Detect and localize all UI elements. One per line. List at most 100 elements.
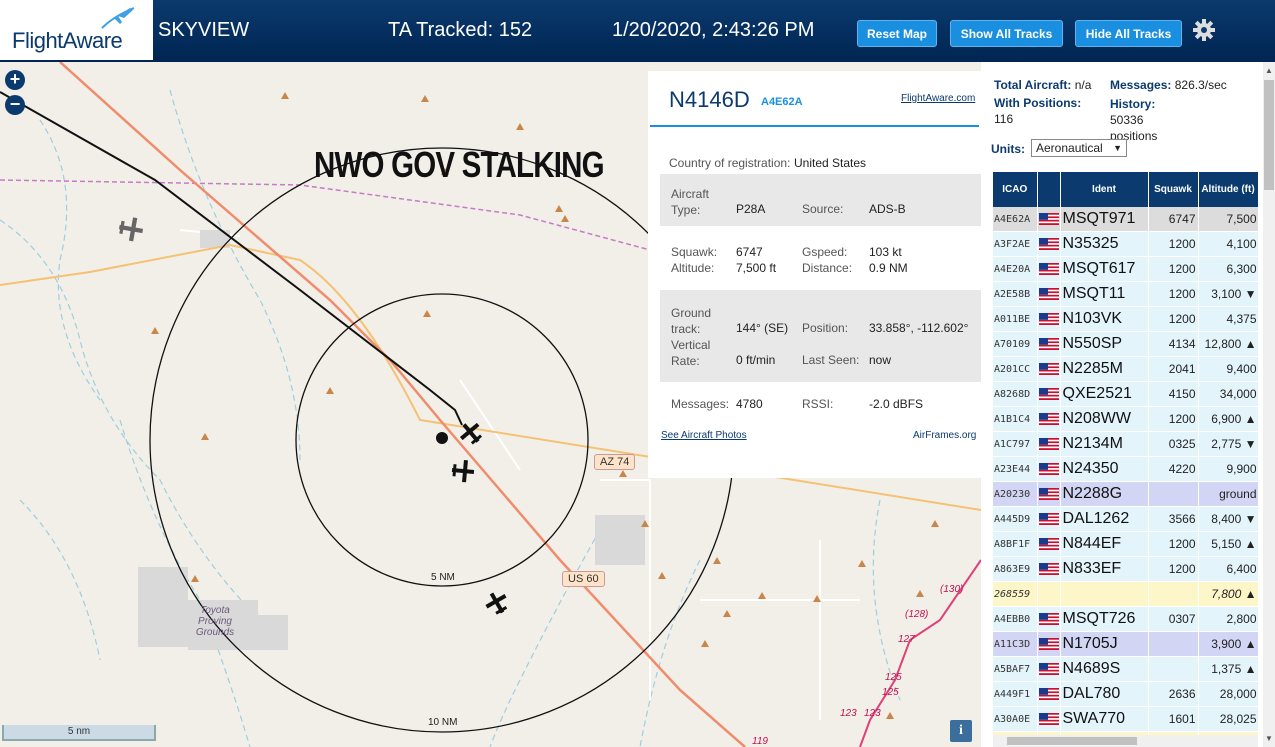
cell-squawk: 4134 — [1148, 331, 1199, 357]
cell-flag — [1037, 256, 1061, 282]
units-select[interactable]: Aeronautical ▼ — [1031, 139, 1127, 157]
zoom-in-button[interactable]: + — [5, 70, 25, 90]
cell-ident: SWA770 — [1060, 706, 1149, 732]
cell-icao: A11C3D — [993, 631, 1038, 657]
aircraft-icon[interactable] — [117, 215, 145, 243]
overlay-caption: NWO GOV STALKING — [314, 144, 605, 185]
table-row[interactable]: A4E20A MSQT617 1200 6,300 — [993, 256, 1259, 282]
table-row[interactable]: A23E44 N24350 4220 9,900 — [993, 456, 1259, 482]
cell-flag — [1037, 381, 1061, 407]
us-flag-icon — [1038, 262, 1059, 275]
cell-squawk: 1200 — [1148, 531, 1199, 557]
cell-ident: DAL1262 — [1060, 506, 1149, 532]
scroll-down-icon[interactable]: ▼ — [1265, 734, 1273, 743]
table-row[interactable]: A445D9 DAL1262 3566 8,400 ▼ — [993, 506, 1259, 532]
column-header-squawk[interactable]: Squawk — [1148, 172, 1199, 207]
country-label: Country of registration: — [669, 156, 791, 170]
cell-icao: A70109 — [993, 331, 1038, 357]
us-flag-icon — [1038, 287, 1059, 300]
us-flag-icon — [1038, 387, 1059, 400]
gspeed-value: 103 kt — [869, 245, 902, 259]
scale-bar: 5 nm — [2, 725, 156, 741]
table-row[interactable]: A4E62A MSQT971 6747 7,500 — [993, 207, 1259, 232]
table-row[interactable]: A011BE N103VK 1200 4,375 — [993, 306, 1259, 332]
cell-altitude: 4,100 — [1198, 231, 1259, 257]
cell-icao: A2E58B — [993, 281, 1038, 307]
squawk-label: Squawk: — [671, 245, 718, 259]
cell-ident: N1705J — [1060, 631, 1149, 657]
column-header-ident[interactable]: Ident — [1060, 172, 1149, 207]
ring-label-5nm: 5 NM — [431, 572, 455, 583]
last-seen-label: Last Seen: — [802, 353, 860, 367]
reset-map-button[interactable]: Reset Map — [857, 20, 937, 47]
aircraft-icon-selected[interactable] — [458, 420, 484, 446]
table-row[interactable]: 268559 7,800 ▲ — [993, 581, 1259, 607]
table-row[interactable]: A3F2AE N35325 1200 4,100 — [993, 231, 1259, 257]
airframes-link[interactable]: AirFrames.org — [913, 430, 976, 441]
cell-icao: A8BF1F — [993, 531, 1038, 557]
table-row[interactable]: A201CC N2285M 2041 9,400 — [993, 356, 1259, 382]
cell-altitude: 9,900 — [1198, 456, 1259, 482]
zoom-out-button[interactable]: − — [5, 95, 25, 115]
us-flag-icon — [1038, 212, 1059, 225]
cell-flag — [1037, 456, 1061, 482]
squawk-value: 6747 — [736, 245, 763, 259]
cell-ident: MSQT617 — [1060, 256, 1149, 282]
cell-squawk: 1200 — [1148, 256, 1199, 282]
column-header-flag[interactable] — [1037, 172, 1061, 207]
table-row[interactable]: A2E58B MSQT11 1200 3,100 ▼ — [993, 281, 1259, 307]
cell-icao: A23E44 — [993, 456, 1038, 482]
with-positions-label: With Positions: — [994, 96, 1082, 110]
cell-altitude: 34,000 — [1198, 381, 1259, 407]
cell-altitude: 28,025 — [1198, 706, 1259, 732]
route-number: 127 — [898, 634, 915, 645]
us-flag-icon — [1038, 462, 1059, 475]
table-row[interactable]: A8268D QXE2521 4150 34,000 — [993, 381, 1259, 407]
table-row[interactable]: A8BF1F N844EF 1200 5,150 ▲ — [993, 531, 1259, 557]
table-row[interactable]: A11C3D N1705J 3,900 ▲ — [993, 631, 1259, 657]
cell-ident: N35325 — [1060, 231, 1149, 257]
column-header-icao[interactable]: ICAO — [993, 172, 1038, 207]
cell-flag — [1037, 207, 1061, 232]
us-flag-icon — [1038, 487, 1059, 500]
horizontal-scrollbar-thumb[interactable] — [1007, 737, 1137, 745]
cell-altitude: 2,775 ▼ — [1198, 431, 1259, 457]
cell-flag — [1037, 481, 1061, 507]
table-row[interactable]: A449F1 DAL780 2636 28,000 — [993, 681, 1259, 707]
hide-all-tracks-button[interactable]: Hide All Tracks — [1075, 20, 1182, 47]
cell-squawk — [1148, 631, 1199, 657]
cell-flag — [1037, 506, 1061, 532]
table-row[interactable]: A1C797 N2134M 0325 2,775 ▼ — [993, 431, 1259, 457]
table-row[interactable]: A70109 N550SP 4134 12,800 ▲ — [993, 331, 1259, 357]
cell-altitude: 8,400 ▼ — [1198, 506, 1259, 532]
table-row[interactable]: A4EBB0 MSQT726 0307 2,800 — [993, 606, 1259, 632]
vertical-scrollbar-thumb[interactable] — [1264, 80, 1274, 190]
show-all-tracks-button[interactable]: Show All Tracks — [950, 20, 1063, 47]
gear-icon[interactable] — [1192, 18, 1216, 42]
table-row[interactable]: A20230 N2288G ground — [993, 481, 1259, 507]
cell-flag — [1037, 531, 1061, 557]
cell-icao: A201CC — [993, 356, 1038, 382]
cell-ident: N550SP — [1060, 331, 1149, 357]
vertical-rate-value: 0 ft/min — [736, 353, 776, 367]
flightaware-link[interactable]: FlightAware.com — [901, 93, 975, 104]
table-row[interactable]: A863E9 N833EF 1200 6,400 — [993, 556, 1259, 582]
aircraft-icon[interactable] — [484, 590, 510, 616]
us-flag-icon — [1038, 237, 1059, 250]
flightaware-logo[interactable]: FlightAware — [0, 0, 153, 60]
source-label: Source: — [802, 202, 844, 216]
scroll-up-icon[interactable]: ▲ — [1265, 66, 1273, 75]
column-header-altitude[interactable]: Altitude (ft) — [1198, 172, 1259, 207]
cell-squawk: 4150 — [1148, 381, 1199, 407]
table-row[interactable]: A1B1C4 N208WW 1200 6,900 ▲ — [993, 406, 1259, 432]
cell-flag — [1037, 556, 1061, 582]
last-seen-value: now — [869, 353, 892, 367]
aircraft-photos-link[interactable]: See Aircraft Photos — [661, 430, 747, 441]
units-label: Units: — [991, 142, 1025, 156]
route-number: 123 — [864, 708, 881, 719]
map-info-button[interactable]: i — [950, 720, 972, 742]
rssi-value: -2.0 dBFS — [869, 397, 924, 411]
aircraft-icon[interactable] — [450, 458, 476, 484]
table-row[interactable]: A5BAF7 N4689S 1,375 ▲ — [993, 656, 1259, 682]
table-row[interactable]: A30A0E SWA770 1601 28,025 — [993, 706, 1259, 732]
